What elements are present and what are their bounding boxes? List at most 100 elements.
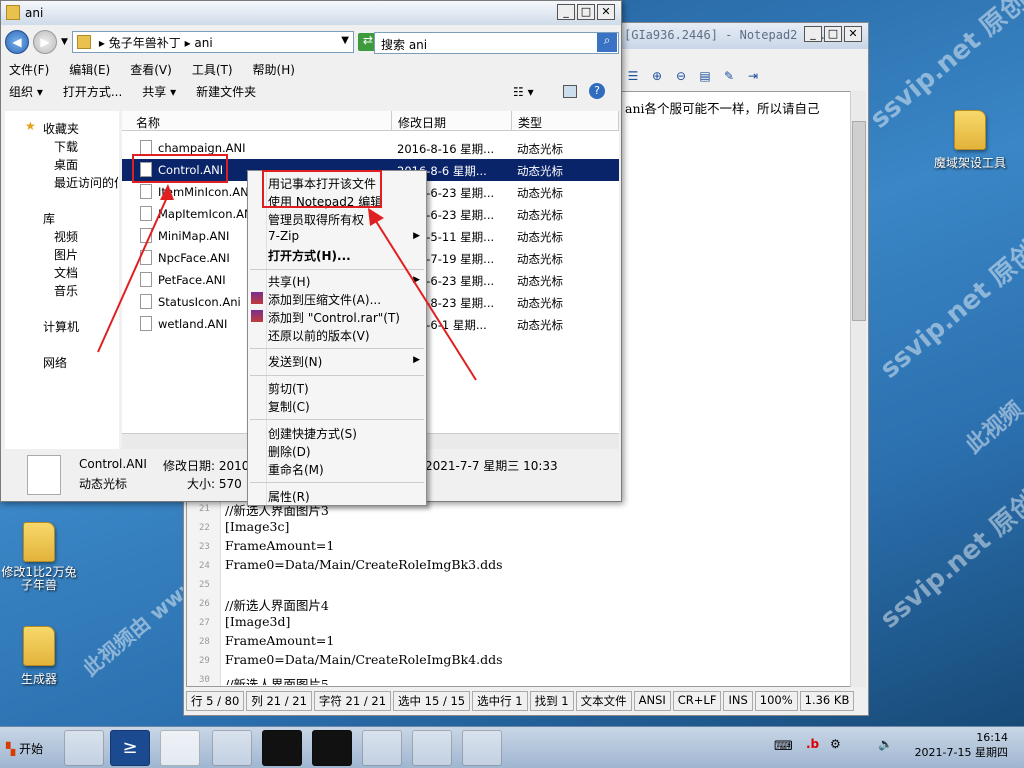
close-button[interactable]: ✕ <box>597 4 615 20</box>
file-icon <box>140 272 152 287</box>
nav-recent[interactable]: 最近访问的位置 <box>54 174 118 191</box>
column-date[interactable]: 修改日期 <box>392 111 512 131</box>
column-type[interactable]: 类型 <box>512 111 619 131</box>
taskbar-app[interactable] <box>212 730 252 766</box>
organize-button[interactable]: 组织 ▾ <box>9 83 43 100</box>
explorer-titlebar[interactable]: ani _ □ ✕ <box>1 1 621 25</box>
file-name: NpcFace.ANI <box>158 251 230 265</box>
scrollbar-thumb[interactable] <box>852 121 866 321</box>
maximize-button[interactable]: □ <box>577 4 595 20</box>
menu-add-archive[interactable]: 添加到压缩文件(A)... <box>268 291 381 308</box>
help-icon[interactable]: ? <box>589 83 605 99</box>
details-modified: 修改日期: 2010 <box>163 459 250 473</box>
status-encoding[interactable]: ANSI <box>633 691 671 711</box>
minimize-button[interactable]: _ <box>804 26 822 42</box>
nav-pictures[interactable]: 图片 <box>54 246 78 263</box>
submenu-arrow-icon: ▶ <box>413 355 420 365</box>
taskbar-explorer[interactable] <box>160 730 200 766</box>
taskbar-app[interactable] <box>312 730 352 766</box>
menu-properties[interactable]: 属性(R) <box>268 488 310 505</box>
nav-music[interactable]: 音乐 <box>54 282 78 299</box>
file-type: 动态光标 <box>517 296 563 310</box>
status-filetype[interactable]: 文本文件 <box>575 691 632 711</box>
new-folder-button[interactable]: 新建文件夹 <box>196 83 256 100</box>
chevron-down-icon[interactable]: ▼ <box>341 35 349 46</box>
menu-take-ownership[interactable]: 管理员取得所有权 <box>268 211 364 228</box>
open-with-button[interactable]: 打开方式... <box>63 83 122 100</box>
tray-app-icon[interactable]: .b <box>806 737 819 751</box>
line-number: 26 <box>199 599 210 609</box>
menu-cut[interactable]: 剪切(T) <box>268 380 309 397</box>
nav-computer[interactable]: 计算机 <box>43 318 79 335</box>
list-icon[interactable]: ☰ <box>624 67 642 85</box>
nav-desktop[interactable]: 桌面 <box>54 156 78 173</box>
keyboard-icon[interactable]: ⌨ <box>774 739 793 754</box>
menu-restore-versions[interactable]: 还原以前的版本(V) <box>268 327 370 344</box>
forward-button[interactable]: ▶ <box>33 30 57 54</box>
settings-icon[interactable]: ✎ <box>720 67 738 85</box>
status-column: 列 21 / 21 <box>246 691 312 711</box>
menu-file[interactable]: 文件(F) <box>9 61 49 78</box>
nav-documents[interactable]: 文档 <box>54 264 78 281</box>
address-box[interactable]: ▸ 兔子年兽补丁 ▸ ani ▼ <box>71 31 354 53</box>
nav-libraries[interactable]: 库 <box>43 210 55 227</box>
menu-view[interactable]: 查看(V) <box>130 61 172 78</box>
menu-create-shortcut[interactable]: 创建快捷方式(S) <box>268 425 357 442</box>
taskbar-app[interactable] <box>262 730 302 766</box>
menu-help[interactable]: 帮助(H) <box>253 61 295 78</box>
taskbar-app[interactable] <box>462 730 502 766</box>
taskbar-powershell[interactable]: ≥ <box>110 730 150 766</box>
column-name[interactable]: 名称 <box>122 111 392 131</box>
back-button[interactable]: ◀ <box>5 30 29 54</box>
menu-7zip[interactable]: 7-Zip <box>268 229 299 243</box>
breadcrumb[interactable]: ▸ 兔子年兽补丁 ▸ ani <box>99 34 213 51</box>
preview-pane-icon[interactable] <box>563 85 577 98</box>
taskbar-server-manager[interactable] <box>64 730 104 766</box>
nav-favorites[interactable]: 收藏夹 <box>43 120 79 137</box>
maximize-button[interactable]: □ <box>824 26 842 42</box>
status-insert-mode[interactable]: INS <box>723 691 753 711</box>
clock[interactable]: 16:14 2021-7-15 星期四 <box>915 730 1008 760</box>
taskbar-app[interactable] <box>362 730 402 766</box>
details-filename: Control.ANI <box>79 457 147 471</box>
notepad-vertical-scrollbar[interactable] <box>850 91 866 687</box>
folder-icon <box>6 5 20 20</box>
desktop-folder-generator[interactable]: 生成器 <box>0 626 84 687</box>
file-type: 动态光标 <box>517 230 563 244</box>
menu-copy[interactable]: 复制(C) <box>268 398 310 415</box>
menu-rename[interactable]: 重命名(M) <box>268 461 324 478</box>
status-line-ending[interactable]: CR+LF <box>672 691 722 711</box>
close-button[interactable]: ✕ <box>844 26 862 42</box>
search-icon[interactable]: ⌕ <box>597 33 617 52</box>
chevron-down-icon[interactable]: ▼ <box>61 37 68 47</box>
menu-share[interactable]: 共享(H) <box>268 273 310 290</box>
search-input[interactable]: 搜索 ani ⌕ <box>374 32 619 54</box>
desktop-folder-mod[interactable]: 修改1比2万兔子年兽 <box>0 522 84 592</box>
status-zoom[interactable]: 100% <box>754 691 798 711</box>
view-options-icon[interactable]: ☷ ▾ <box>513 85 534 99</box>
menu-tools[interactable]: 工具(T) <box>192 61 233 78</box>
start-button[interactable]: ▚ 开始 <box>2 735 50 761</box>
zoom-out-icon[interactable]: ⊖ <box>672 67 690 85</box>
start-label: 开始 <box>19 742 44 756</box>
exit-icon[interactable]: ⇥ <box>744 67 762 85</box>
network-icon[interactable]: ⚙ <box>830 737 841 751</box>
nav-downloads[interactable]: 下载 <box>54 138 78 155</box>
nav-videos[interactable]: 视频 <box>54 228 78 245</box>
share-button[interactable]: 共享 ▾ <box>142 83 176 100</box>
view-icon[interactable]: ▤ <box>696 67 714 85</box>
line-number: 29 <box>199 656 210 666</box>
menu-send-to[interactable]: 发送到(N) <box>268 353 322 370</box>
menu-edit[interactable]: 编辑(E) <box>69 61 110 78</box>
file-type: 动态光标 <box>517 318 563 332</box>
volume-icon[interactable]: 🔈 <box>878 737 893 751</box>
menu-open-with[interactable]: 打开方式(H)... <box>268 247 351 264</box>
menu-delete[interactable]: 删除(D) <box>268 443 311 460</box>
minimize-button[interactable]: _ <box>557 4 575 20</box>
desktop-folder-tools[interactable]: 魔域架设工具 <box>925 110 1015 171</box>
taskbar-winrar[interactable] <box>412 730 452 766</box>
nav-network[interactable]: 网络 <box>43 354 67 371</box>
zoom-in-icon[interactable]: ⊕ <box>648 67 666 85</box>
notepad-toolbar: ☰ ⊕ ⊖ ▤ ✎ ⇥ <box>624 63 762 89</box>
menu-add-to-rar[interactable]: 添加到 "Control.rar"(T) <box>268 309 400 326</box>
